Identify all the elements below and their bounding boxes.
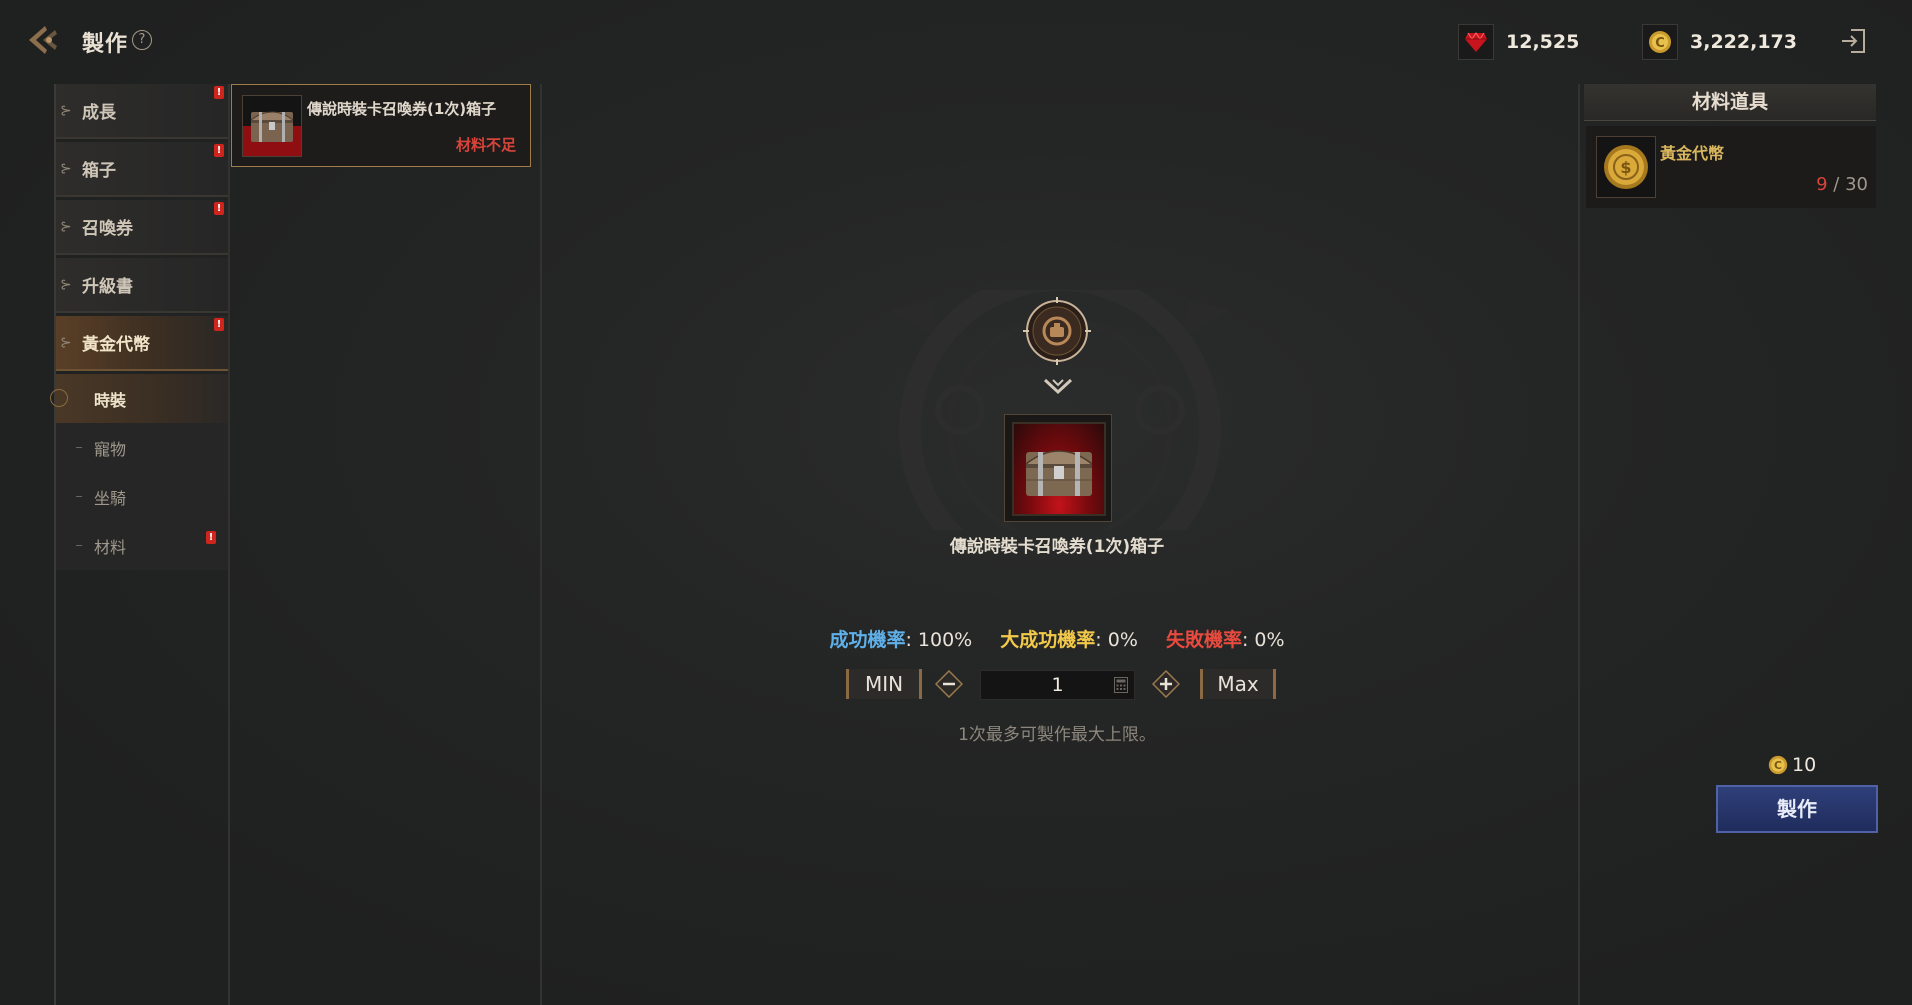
gold-currency: C 3,222,173 [1642, 24, 1797, 60]
category-label: 黃金代幣 [82, 335, 150, 355]
subcategory-material[interactable]: 材料 ! [56, 521, 228, 570]
svg-text:C: C [1774, 759, 1782, 772]
exit-icon [1842, 29, 1865, 53]
branch-icon: ⊱ [60, 160, 72, 177]
great-success-rate-value: : 0% [1095, 629, 1138, 651]
min-button[interactable]: MIN [846, 669, 922, 699]
gold-coin-icon: C [1642, 24, 1678, 60]
quantity-input[interactable]: 1 [980, 670, 1135, 700]
category-growth[interactable]: ⊱ 成長 ! [56, 84, 228, 139]
probability-row: 成功機率: 100% 大成功機率: 0% 失敗機率: 0% [757, 625, 1357, 652]
page-title: 製作 [82, 32, 129, 57]
chest-icon [1025, 450, 1093, 496]
craft-cost: C 10 [1768, 754, 1816, 776]
exit-button[interactable] [1836, 24, 1870, 58]
category-summon-ticket[interactable]: ⊱ 召喚券 ! [56, 200, 228, 255]
recipe-name: 傳說時裝卡召喚券(1次)箱子 [307, 100, 497, 118]
tree-line [76, 496, 82, 497]
subcategory-label: 材料 [94, 537, 127, 557]
category-label: 箱子 [82, 161, 116, 181]
result-item-name: 傳說時裝卡召喚券(1次)箱子 [949, 537, 1165, 557]
fail-rate-value: : 0% [1241, 629, 1285, 651]
gold-amount: 3,222,173 [1690, 31, 1797, 53]
material-item[interactable]: $ 黃金代幣 9 / 30 [1586, 126, 1876, 208]
gold-coin-icon: C [1768, 755, 1788, 775]
alert-badge: ! [206, 531, 216, 544]
subcategory-label: 坐騎 [94, 488, 127, 508]
material-name: 黃金代幣 [1660, 144, 1725, 163]
max-button[interactable]: Max [1200, 669, 1276, 699]
gem-currency: 12,525 [1458, 24, 1580, 60]
alert-badge: ! [214, 318, 224, 331]
tree-line [76, 447, 82, 448]
material-need: 30 [1845, 174, 1868, 195]
recipe-status: 材料不足 [455, 136, 516, 154]
category-label: 成長 [82, 103, 116, 123]
crafting-screen: 製作 ? 12,525 C 3,222,173 ⊱ 成長 ! ⊱ 箱子 ! ⊱ [0, 0, 1912, 1005]
material-count: 9 / 30 [1816, 174, 1868, 195]
branch-icon: ⊱ [60, 276, 72, 293]
recipe-list: 傳說時裝卡召喚券(1次)箱子 材料不足 [228, 84, 542, 1005]
success-rate-value: : 100% [905, 629, 973, 651]
calculator-icon[interactable] [1114, 677, 1128, 693]
crafting-emblem-icon [1023, 297, 1091, 365]
materials-header: 材料道具 [1584, 84, 1876, 121]
question-icon[interactable]: ? [132, 30, 152, 50]
craft-cost-value: 10 [1792, 754, 1817, 776]
material-thumbnail: $ [1596, 136, 1656, 198]
subcategory-costume[interactable]: 時裝 [50, 374, 228, 423]
material-have: 9 [1816, 174, 1828, 195]
chevron-down-icon [1043, 378, 1073, 395]
materials-panel: 材料道具 $ 黃金代幣 9 / 30 [1578, 84, 1876, 1005]
category-box[interactable]: ⊱ 箱子 ! [56, 142, 228, 197]
gold-token-icon: $ [1604, 145, 1648, 189]
back-arrow-icon [29, 26, 57, 54]
svg-text:$: $ [1620, 158, 1631, 177]
subcategory-pet[interactable]: 寵物 [56, 423, 228, 472]
red-gem-icon [1458, 24, 1494, 60]
subcategory-label: 時裝 [94, 390, 127, 410]
category-sidebar: ⊱ 成長 ! ⊱ 箱子 ! ⊱ 召喚券 ! ⊱ 升級書 ⊱ 黃金代幣 ! 時裝 [50, 84, 230, 1005]
alert-badge: ! [214, 144, 224, 157]
subcategory-label: 寵物 [94, 439, 127, 459]
increase-button[interactable] [1152, 670, 1180, 698]
chest-icon [243, 111, 301, 156]
category-upgrade-book[interactable]: ⊱ 升級書 [56, 258, 228, 313]
category-label: 升級書 [82, 277, 133, 297]
limit-note: 1次最多可製作最大上限。 [958, 725, 1156, 745]
success-rate-label: 成功機率 [829, 629, 906, 651]
back-button[interactable] [24, 20, 64, 60]
category-label: 召喚券 [82, 219, 133, 239]
recipe-item[interactable]: 傳說時裝卡召喚券(1次)箱子 材料不足 [231, 84, 531, 167]
material-separator: / [1827, 174, 1846, 195]
subcategory-mount[interactable]: 坐騎 [56, 472, 228, 521]
branch-icon: ⊱ [60, 102, 72, 119]
alert-badge: ! [214, 202, 224, 215]
great-success-rate-label: 大成功機率 [1000, 629, 1096, 651]
quantity-value: 1 [1051, 674, 1064, 696]
branch-icon: ⊱ [60, 218, 72, 235]
category-gold-token[interactable]: ⊱ 黃金代幣 ! [56, 316, 228, 371]
tree-line [76, 545, 82, 546]
result-item-slot[interactable] [1004, 414, 1112, 522]
selected-ring-icon [50, 389, 68, 407]
fail-rate-label: 失敗機率 [1165, 629, 1242, 651]
recipe-thumbnail [242, 95, 302, 157]
decrease-button[interactable] [935, 670, 963, 698]
craft-button[interactable]: 製作 [1716, 785, 1878, 833]
svg-text:C: C [1655, 36, 1665, 51]
branch-icon: ⊱ [60, 334, 72, 351]
result-item-frame [1012, 422, 1106, 516]
alert-badge: ! [214, 86, 224, 99]
gem-amount: 12,525 [1506, 31, 1580, 53]
